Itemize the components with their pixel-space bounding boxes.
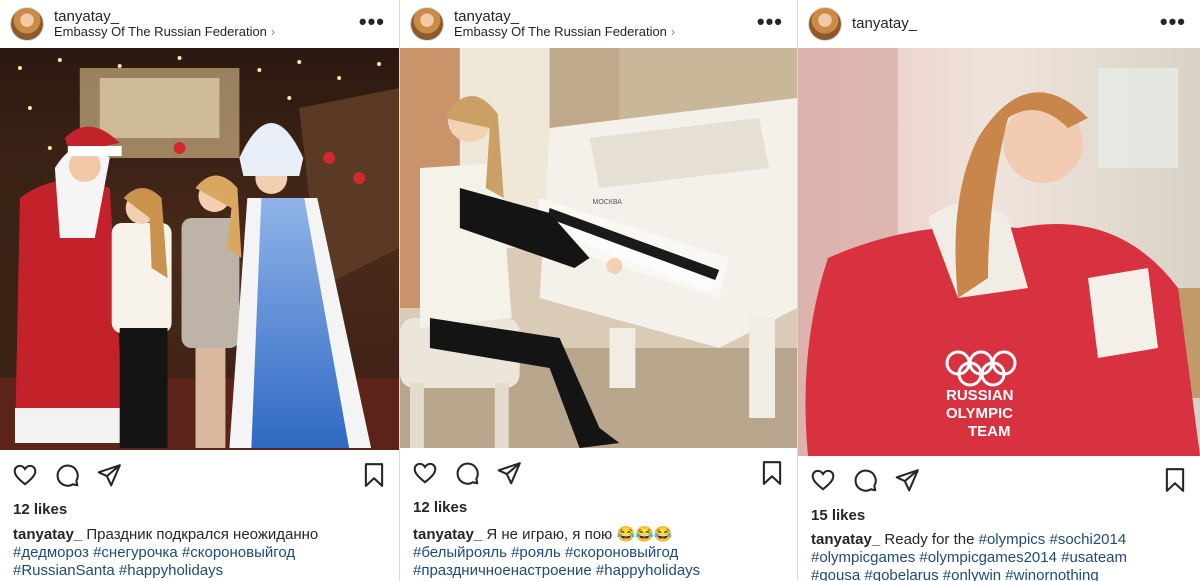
caption-inline-hashtags[interactable]: #olympics #sochi2014 — [979, 531, 1127, 548]
post-caption: tanyatay_ Я не играю, я пою 😂😂😂 #белыйро… — [413, 526, 789, 580]
photo-piano-scene: МОСКВА — [400, 48, 797, 448]
post-photo-olympic[interactable]: RUSSIAN OLYMPIC TEAM — [798, 48, 1200, 456]
caption-username[interactable]: tanyatay_ — [13, 526, 82, 543]
caption-hashtags-line-2[interactable]: #RussianSanta #happyholidays — [13, 562, 391, 580]
more-options-icon[interactable]: ••• — [1160, 9, 1186, 35]
photo-olympic-scene: RUSSIAN OLYMPIC TEAM — [798, 48, 1200, 456]
heart-icon — [811, 469, 835, 491]
location-link[interactable]: Embassy Of The Russian Federation › — [54, 24, 276, 40]
more-options-icon[interactable]: ••• — [757, 9, 783, 35]
username[interactable]: tanyatay_ — [454, 8, 675, 25]
caption-username[interactable]: tanyatay_ — [413, 526, 482, 543]
like-button[interactable] — [410, 458, 440, 488]
share-button[interactable] — [494, 458, 524, 488]
save-button[interactable] — [1162, 465, 1188, 495]
post-photo-piano[interactable]: МОСКВА — [400, 48, 797, 448]
share-button[interactable] — [94, 460, 124, 490]
bookmark-icon — [364, 463, 384, 487]
caption-text: Ready for the — [884, 531, 975, 548]
post-actions — [410, 458, 785, 488]
post-photo-santa[interactable] — [0, 48, 399, 450]
comment-button[interactable] — [850, 465, 880, 495]
caption-hashtags-line-1[interactable]: #дедмороз #снегурочка #скороновыйгод — [13, 544, 391, 562]
post-header: tanyatay_ Embassy Of The Russian Federat… — [0, 0, 399, 48]
heart-icon — [413, 462, 437, 484]
caption-text: Праздник подкрался неожиданно — [86, 526, 319, 543]
jacket-text-line-1: RUSSIAN — [946, 387, 1014, 404]
likes-count[interactable]: 15 likes — [811, 507, 865, 524]
username[interactable]: tanyatay_ — [852, 15, 917, 32]
more-options-icon[interactable]: ••• — [359, 9, 385, 35]
comment-button[interactable] — [452, 458, 482, 488]
bookmark-icon — [762, 461, 782, 485]
avatar[interactable] — [808, 7, 842, 41]
post-meta: tanyatay_ — [852, 15, 917, 32]
caption-hashtags-line-1[interactable]: #белыйрояль #рояль #скороновыйгод — [413, 544, 789, 562]
photo-santa-scene — [0, 48, 399, 450]
caption-hashtags-line-2[interactable]: #gousa #gobelarus #onlywin #winornothing — [811, 567, 1192, 581]
post-meta: tanyatay_ Embassy Of The Russian Federat… — [54, 8, 275, 40]
comment-icon — [854, 469, 877, 492]
caption-username[interactable]: tanyatay_ — [811, 531, 880, 548]
post-3: tanyatay_ ••• RUSSIAN OLYMPIC TEAM 15 li… — [798, 0, 1200, 581]
heart-icon — [13, 464, 37, 486]
caption-text: Я не играю, я пою 😂😂😂 — [486, 526, 673, 543]
username[interactable]: tanyatay_ — [54, 8, 275, 25]
caption-hashtags-line-1[interactable]: #olympicgames #olympicgames2014 #usateam — [811, 549, 1192, 567]
save-button[interactable] — [361, 460, 387, 490]
avatar[interactable] — [10, 7, 44, 41]
save-button[interactable] — [759, 458, 785, 488]
location-label: Embassy Of The Russian Federation — [54, 24, 267, 40]
chevron-right-icon: › — [270, 24, 276, 40]
post-caption: tanyatay_ Ready for the #olympics #sochi… — [811, 531, 1192, 581]
send-icon — [497, 462, 521, 485]
piano-brand-text: МОСКВА — [593, 199, 623, 206]
caption-hashtags-line-2[interactable]: #праздничноенастроение #happyholidays — [413, 562, 789, 580]
location-label: Embassy Of The Russian Federation — [454, 24, 667, 40]
comment-icon — [56, 464, 79, 487]
share-button[interactable] — [892, 465, 922, 495]
bookmark-icon — [1165, 468, 1185, 492]
post-actions — [808, 465, 1188, 495]
post-meta: tanyatay_ Embassy Of The Russian Federat… — [454, 8, 675, 40]
post-header: tanyatay_ ••• — [798, 0, 1200, 48]
likes-count[interactable]: 12 likes — [13, 501, 67, 518]
post-header: tanyatay_ Embassy Of The Russian Federat… — [400, 0, 797, 48]
avatar[interactable] — [410, 7, 444, 41]
like-button[interactable] — [10, 460, 40, 490]
comment-button[interactable] — [52, 460, 82, 490]
post-actions — [10, 460, 387, 490]
chevron-right-icon: › — [670, 24, 676, 40]
instagram-posts-collage: tanyatay_ Embassy Of The Russian Federat… — [0, 0, 1200, 581]
post-caption: tanyatay_ Праздник подкрался неожиданно … — [13, 526, 391, 580]
comment-icon — [456, 462, 479, 485]
location-link[interactable]: Embassy Of The Russian Federation › — [454, 24, 676, 40]
jacket-text-line-2: OLYMPIC — [946, 405, 1013, 422]
send-icon — [895, 469, 919, 492]
like-button[interactable] — [808, 465, 838, 495]
post-1: tanyatay_ Embassy Of The Russian Federat… — [0, 0, 400, 581]
send-icon — [97, 464, 121, 487]
likes-count[interactable]: 12 likes — [413, 499, 467, 516]
jacket-text-line-3: TEAM — [968, 423, 1011, 440]
post-2: tanyatay_ Embassy Of The Russian Federat… — [400, 0, 798, 581]
